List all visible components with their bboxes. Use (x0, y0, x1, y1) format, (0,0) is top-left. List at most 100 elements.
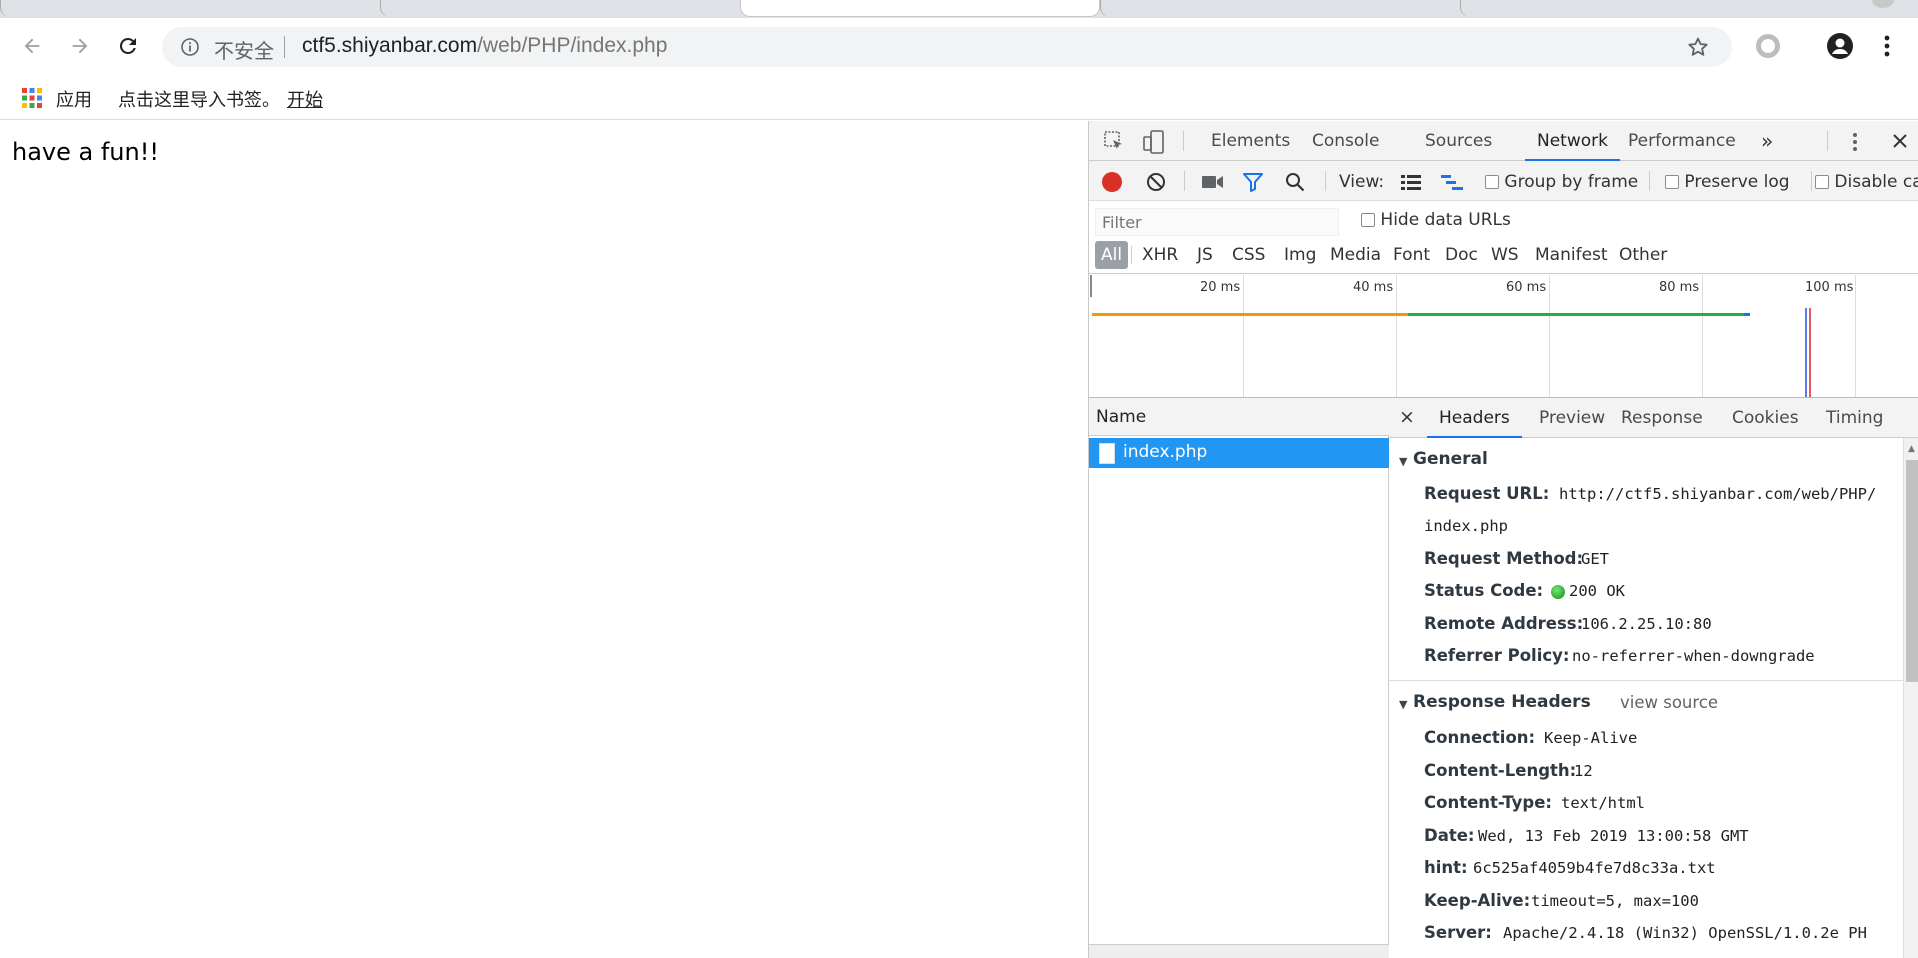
tab-timing[interactable]: Timing (1826, 398, 1883, 438)
menu-kebab-icon[interactable] (1880, 32, 1894, 65)
address-bar[interactable]: 不安全 ctf5.shiyanbar.com/web/PHP/index.php (162, 27, 1732, 67)
apps-label[interactable]: 应用 (56, 86, 92, 112)
devtools-tabbar: Elements Console Sources Network Perform… (1089, 121, 1918, 161)
import-bookmarks-text: 点击这里导入书签。 (118, 90, 280, 110)
back-button[interactable] (18, 32, 46, 60)
disable-cache-checkbox[interactable] (1815, 175, 1829, 189)
tab-sources[interactable]: Sources (1425, 121, 1492, 161)
device-toolbar-icon[interactable] (1143, 130, 1165, 158)
tab-performance[interactable]: Performance (1628, 121, 1736, 161)
reload-button[interactable] (114, 32, 142, 60)
response-header-value: Keep-Alive (1544, 729, 1638, 747)
waterfall-view-icon[interactable] (1441, 174, 1463, 194)
info-icon[interactable] (180, 37, 200, 62)
group-by-frame-label: Group by frame (1504, 172, 1639, 192)
hide-data-urls-option[interactable]: Hide data URLs (1361, 210, 1511, 230)
response-headers-title[interactable]: Response Headers (1413, 692, 1591, 712)
scroll-up-icon[interactable]: ▲ (1908, 444, 1915, 454)
close-devtools-icon[interactable] (1891, 132, 1909, 154)
filter-type-other[interactable]: Other (1619, 245, 1667, 265)
response-header-value: 6c525af4059b4fe7d8c33a.txt (1473, 859, 1716, 877)
browser-tab[interactable] (1460, 0, 1860, 17)
clear-icon[interactable] (1146, 172, 1166, 196)
url-text[interactable]: ctf5.shiyanbar.com/web/PHP/index.php (302, 34, 667, 58)
bookmark-star-icon[interactable] (1686, 35, 1710, 64)
detail-scrollbar[interactable]: ▲ (1903, 438, 1918, 958)
separator (1131, 246, 1132, 264)
response-header-key: Server: (1424, 923, 1492, 942)
filter-type-media[interactable]: Media (1330, 245, 1381, 265)
timeline-overview[interactable]: 20 ms 40 ms 60 ms 80 ms 100 ms (1089, 275, 1918, 398)
more-tabs-icon[interactable]: » (1761, 129, 1773, 153)
tab-headers[interactable]: Headers (1427, 398, 1522, 438)
url-path: /web/PHP/index.php (477, 34, 668, 57)
tab-strip (0, 0, 1918, 18)
filter-type-xhr[interactable]: XHR (1142, 245, 1178, 265)
record-button[interactable] (1102, 172, 1122, 192)
profile-tab-icon[interactable] (1872, 0, 1894, 8)
filter-row: Hide data URLs (1089, 201, 1918, 238)
disable-cache-option[interactable]: Disable ca (1815, 172, 1918, 192)
hide-data-urls-checkbox[interactable] (1361, 213, 1375, 227)
filter-type-js[interactable]: JS (1197, 245, 1213, 265)
devtools-menu-icon[interactable] (1851, 132, 1859, 156)
tab-elements[interactable]: Elements (1211, 121, 1290, 161)
request-list-scrollbar[interactable] (1089, 944, 1389, 958)
security-label: 不安全 (214, 41, 274, 63)
request-row[interactable]: index.php (1089, 438, 1389, 468)
timeline-tick: 100 ms (1805, 280, 1854, 295)
filter-type-doc[interactable]: Doc (1445, 245, 1478, 265)
filter-type-font[interactable]: Font (1393, 245, 1430, 265)
profile-avatar-icon[interactable] (1826, 32, 1854, 65)
filter-type-css[interactable]: CSS (1232, 245, 1265, 265)
search-icon[interactable] (1285, 172, 1305, 196)
timeline-bar-end (1744, 313, 1750, 316)
grid-line (1855, 275, 1856, 397)
name-column-header: Name (1096, 407, 1147, 427)
group-by-frame-checkbox[interactable] (1485, 175, 1499, 189)
grid-line (1243, 275, 1244, 397)
expand-triangle-icon[interactable]: ▼ (1399, 455, 1407, 468)
referrer-policy-value: no-referrer-when-downgrade (1572, 647, 1815, 665)
dom-content-loaded-marker (1805, 308, 1807, 397)
close-detail-icon[interactable]: × (1399, 406, 1415, 428)
expand-triangle-icon[interactable]: ▼ (1399, 698, 1407, 711)
filter-type-manifest[interactable]: Manifest (1535, 245, 1608, 265)
apps-grid-icon[interactable] (22, 88, 42, 113)
bookmarks-bar: 应用 点击这里导入书签。 开始 (0, 74, 1918, 120)
browser-tab[interactable] (380, 0, 740, 17)
list-view-icon[interactable] (1401, 174, 1421, 194)
tab-console[interactable]: Console (1312, 121, 1380, 161)
response-header-key: Content-Type: (1424, 793, 1552, 812)
filter-input[interactable] (1095, 208, 1339, 236)
tab-preview[interactable]: Preview (1539, 398, 1605, 438)
response-header-value: Wed, 13 Feb 2019 13:00:58 GMT (1478, 826, 1749, 845)
browser-tab[interactable] (1100, 0, 1460, 17)
extension-icon[interactable] (1756, 34, 1780, 58)
timeline-tick: 60 ms (1506, 280, 1547, 295)
separator (1184, 171, 1185, 191)
preserve-log-option[interactable]: Preserve log (1665, 172, 1790, 192)
preserve-log-checkbox[interactable] (1665, 175, 1679, 189)
browser-tab[interactable] (0, 0, 380, 17)
filter-type-img[interactable]: Img (1284, 245, 1316, 265)
group-by-frame-option[interactable]: Group by frame (1485, 172, 1638, 192)
forward-button[interactable] (66, 32, 94, 60)
status-ok-icon (1551, 585, 1565, 599)
scrollbar-thumb[interactable] (1906, 460, 1918, 682)
screenshot-video-icon[interactable] (1202, 174, 1224, 193)
tab-network[interactable]: Network (1525, 121, 1620, 161)
general-title[interactable]: General (1413, 449, 1488, 469)
filter-type-all[interactable]: All (1095, 241, 1129, 269)
filter-funnel-icon[interactable] (1243, 172, 1263, 196)
tab-cookies[interactable]: Cookies (1732, 398, 1799, 438)
browser-tab-active[interactable] (740, 0, 1100, 17)
tab-response[interactable]: Response (1621, 398, 1703, 438)
start-link[interactable]: 开始 (287, 86, 323, 112)
view-source-link[interactable]: view source (1620, 693, 1718, 712)
request-list-header[interactable]: Name (1089, 398, 1389, 436)
timeline-bar-download (1408, 313, 1744, 316)
filter-type-ws[interactable]: WS (1491, 245, 1519, 265)
grid-line (1396, 275, 1397, 397)
inspect-element-icon[interactable] (1103, 130, 1125, 156)
